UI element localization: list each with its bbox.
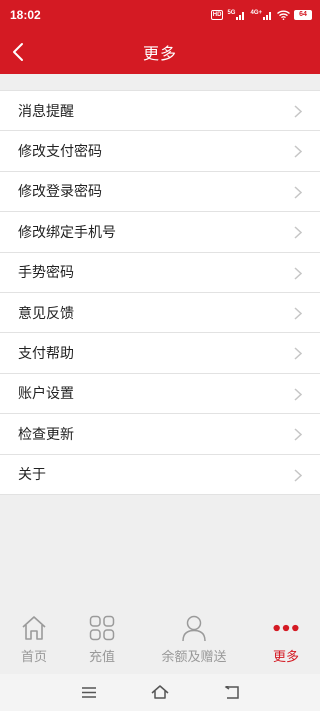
user-icon	[180, 614, 208, 642]
tab-label: 首页	[20, 650, 47, 665]
header: 18:02 HD 5G 4G+ 64 更多	[0, 0, 320, 74]
back-arrow-icon	[224, 685, 239, 699]
menu-item-change-phone[interactable]: 修改绑定手机号	[0, 212, 320, 253]
menu-item-label: 检查更新	[18, 426, 74, 443]
hd-icon: HD	[210, 10, 224, 20]
chevron-right-icon	[294, 428, 302, 441]
grid-icon	[88, 614, 116, 642]
menu-item-label: 手势密码	[18, 265, 74, 282]
nav-bar: 更多	[0, 30, 320, 74]
menu-item-label: 修改登录密码	[18, 184, 102, 201]
menu-icon	[82, 686, 96, 698]
menu-button[interactable]	[77, 682, 101, 702]
home-outline-icon	[151, 685, 169, 699]
menu-item-check-update[interactable]: 检查更新	[0, 414, 320, 455]
menu-list: 消息提醒 修改支付密码 修改登录密码 修改绑定手机号 手势密码 意见反馈 支付帮…	[0, 90, 320, 495]
tab-label: 更多	[272, 650, 299, 665]
menu-item-gesture-password[interactable]: 手势密码	[0, 253, 320, 293]
battery-icon: 64	[294, 10, 312, 20]
more-dots-icon	[272, 614, 300, 642]
status-bar: 18:02 HD 5G 4G+ 64	[0, 0, 320, 30]
menu-item-message-reminder[interactable]: 消息提醒	[0, 91, 320, 132]
chevron-right-icon	[294, 186, 302, 199]
menu-item-change-pay-password[interactable]: 修改支付密码	[0, 131, 320, 172]
chevron-right-icon	[294, 267, 302, 280]
menu-item-label: 修改绑定手机号	[18, 224, 116, 241]
signal-4g-icon: 4G+	[250, 10, 273, 20]
chevron-right-icon	[294, 145, 302, 158]
home-icon	[20, 614, 48, 642]
chevron-right-icon	[294, 226, 302, 239]
menu-item-label: 意见反馈	[18, 305, 74, 322]
menu-item-change-login-password[interactable]: 修改登录密码	[0, 172, 320, 213]
chevron-right-icon	[294, 105, 302, 118]
menu-item-label: 修改支付密码	[18, 144, 102, 161]
menu-item-label: 关于	[18, 467, 46, 484]
chevron-right-icon	[294, 307, 302, 320]
bottom-tab-bar: 首页 充值 余额及赠送 更多	[0, 602, 320, 674]
status-icons: HD 5G 4G+ 64	[210, 9, 312, 21]
menu-item-label: 支付帮助	[18, 346, 74, 363]
wifi-icon	[277, 10, 290, 20]
tab-balance[interactable]: 余额及赠送	[154, 614, 234, 666]
chevron-right-icon	[294, 388, 302, 401]
tab-home[interactable]: 首页	[14, 614, 54, 666]
menu-item-account-settings[interactable]: 账户设置	[0, 374, 320, 415]
signal-5g-icon: 5G	[227, 10, 246, 20]
menu-item-label: 消息提醒	[18, 103, 74, 120]
home-button[interactable]	[148, 682, 172, 702]
system-nav-bar	[0, 674, 320, 711]
back-system-button[interactable]	[220, 682, 244, 702]
tab-label: 充值	[88, 650, 115, 665]
tab-more[interactable]: 更多	[264, 614, 308, 666]
status-time: 18:02	[10, 8, 41, 22]
menu-item-pay-help[interactable]: 支付帮助	[0, 333, 320, 374]
menu-item-feedback[interactable]: 意见反馈	[0, 293, 320, 334]
menu-item-about[interactable]: 关于	[0, 455, 320, 495]
chevron-right-icon	[294, 347, 302, 360]
chevron-right-icon	[294, 468, 302, 482]
tab-recharge[interactable]: 充值	[82, 614, 122, 666]
page-title: 更多	[142, 44, 177, 63]
menu-item-label: 账户设置	[18, 386, 74, 403]
tab-label: 余额及赠送	[161, 650, 227, 665]
